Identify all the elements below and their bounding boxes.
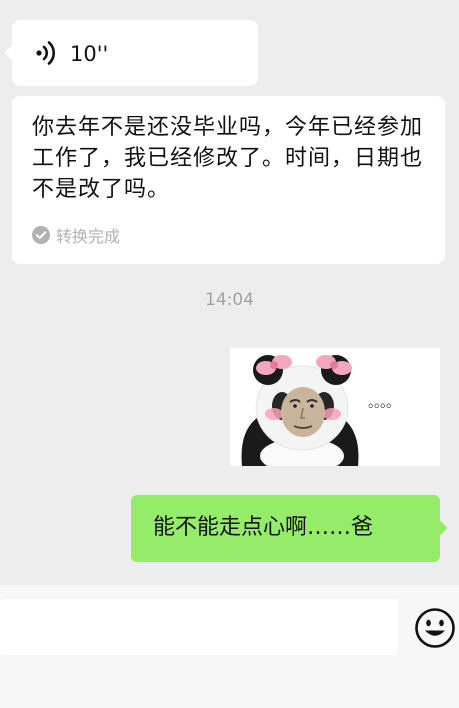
panda-meme-illustration [241, 355, 359, 474]
transcribed-text: 你去年不是还没毕业吗，今年已经参加工作了，我已经修改了。时间，日期也不是改了吗。 [32, 115, 424, 202]
bubble-tail [4, 44, 22, 62]
sticker-caption-dots: 。。。。 [368, 395, 400, 411]
transcription-bubble[interactable]: 你去年不是还没毕业吗，今年已经参加工作了，我已经修改了。时间，日期也不是改了吗。… [12, 96, 445, 264]
convert-status-label: 转换完成 [56, 227, 121, 246]
emoji-icon[interactable] [414, 607, 456, 649]
outgoing-message-bubble[interactable]: 能不能走点心啊……爸 [131, 495, 448, 562]
message-input[interactable] [0, 599, 398, 655]
panda-sticker-image[interactable]: 。。。。 [230, 348, 440, 474]
outgoing-message-text: 能不能走点心啊……爸 [153, 515, 374, 540]
timestamp: 14:04 [205, 290, 254, 310]
check-circle-icon [32, 226, 50, 244]
chat-input-bar [0, 585, 459, 708]
convert-status: 转换完成 [32, 224, 120, 246]
voice-duration: 10'' [70, 42, 109, 66]
voice-message-bubble[interactable]: 10'' [4, 20, 258, 86]
voice-icon [36, 41, 56, 65]
bubble-tail [430, 519, 448, 537]
